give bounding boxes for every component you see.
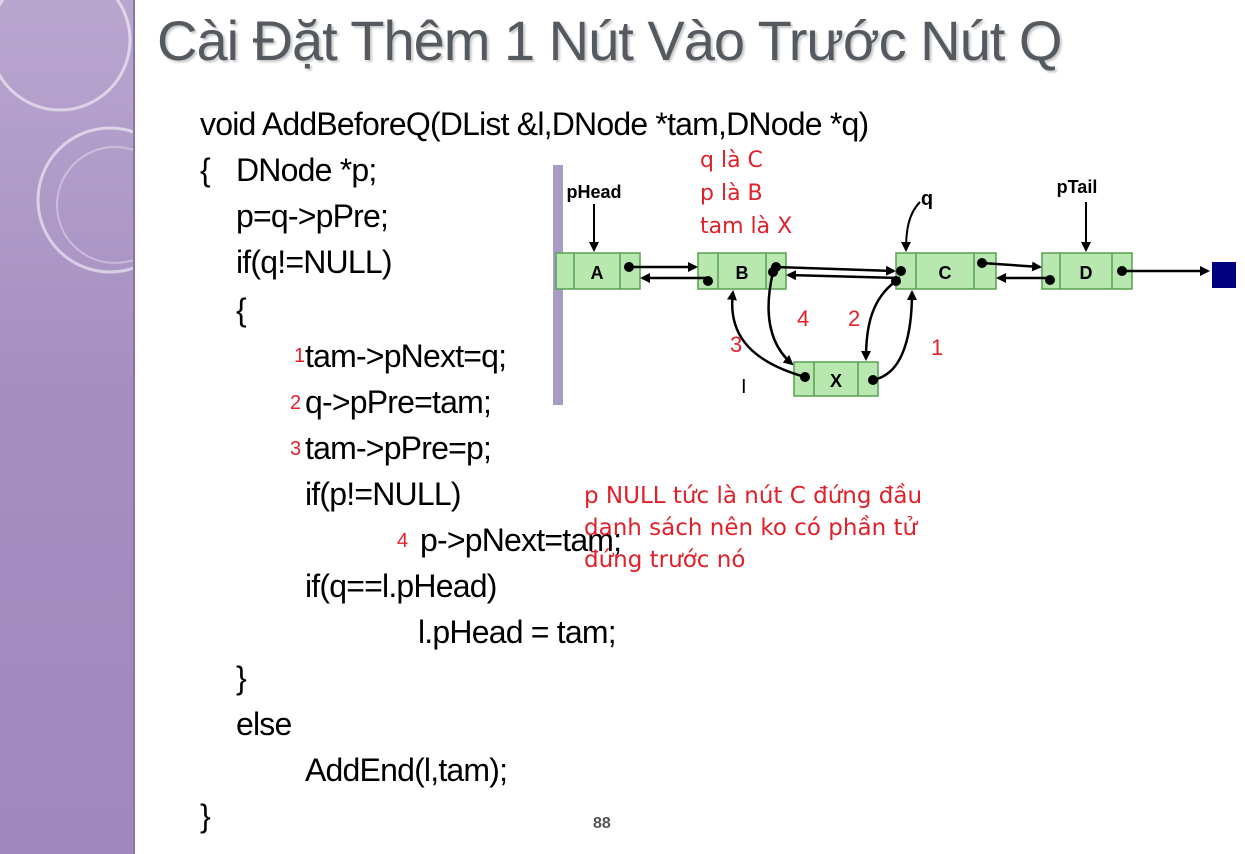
code-line-12: l.pHead = tam;	[418, 614, 617, 650]
arrow-number-2: 2	[848, 306, 860, 331]
code-line-1: void AddBeforeQ(DList &l,DNode *tam,DNod…	[200, 106, 869, 142]
code-line-11: if(q==l.pHead)	[305, 568, 497, 604]
text-cursor-icon: I	[741, 376, 747, 398]
arrow-number-4: 4	[797, 306, 809, 331]
code-line-8: tam->pPre=p;	[305, 430, 492, 466]
phead-label: pHead	[566, 182, 621, 202]
code-line-15: AddEnd(l,tam);	[305, 752, 508, 788]
code-line-4: if(q!=NULL)	[236, 244, 393, 280]
code-line-7: q->pPre=tam;	[305, 384, 492, 420]
note-line-1: p NULL tức là nút C đứng đầu	[584, 483, 923, 509]
q-pointer-label: q	[921, 188, 933, 210]
ptail-label: pTail	[1057, 177, 1098, 197]
slide-title: Cài Đặt Thêm 1 Nút Vào Trước Nút Q	[157, 9, 1062, 72]
decorative-circles	[0, 0, 133, 274]
step-marker-4: 4	[397, 530, 409, 552]
code-line-2: DNode *p;	[236, 152, 377, 188]
note-line-2: danh sách nên ko có phần tử	[584, 515, 918, 541]
code-line-6: tam->pNext=q;	[305, 338, 507, 374]
node-d-label: D	[1080, 263, 1093, 283]
null-terminator-block	[1212, 262, 1236, 288]
step-marker-3: 3	[290, 438, 302, 460]
node-c-label: C	[939, 263, 952, 283]
node-b-label: B	[736, 263, 749, 283]
code-line-3: p=q->pPre;	[236, 198, 389, 234]
code-brace-close: }	[200, 798, 211, 834]
code-brace-open: {	[200, 152, 211, 188]
page-number: 88	[593, 815, 611, 832]
step-marker-1: 1	[294, 345, 306, 367]
arrow-number-1: 1	[931, 335, 943, 360]
code-line-9: if(p!=NULL)	[305, 476, 462, 512]
code-line-5: {	[236, 292, 247, 328]
node-x-label: X	[830, 371, 842, 391]
step-marker-2: 2	[290, 392, 302, 414]
linked-list-diagram: A B C D X pHead pTail q 1 2 3 4 I	[553, 165, 1236, 405]
node-a-label: A	[591, 263, 604, 283]
code-line-14: else	[236, 706, 292, 742]
sidebar-divider	[133, 0, 135, 854]
code-line-13: }	[236, 660, 247, 696]
arrow-number-3: 3	[730, 332, 742, 357]
note-line-3: đứng trước nó	[584, 547, 746, 573]
decorative-sidebar	[0, 0, 133, 854]
null-explanation-note: p NULL tức là nút C đứng đầu danh sách n…	[584, 480, 922, 576]
